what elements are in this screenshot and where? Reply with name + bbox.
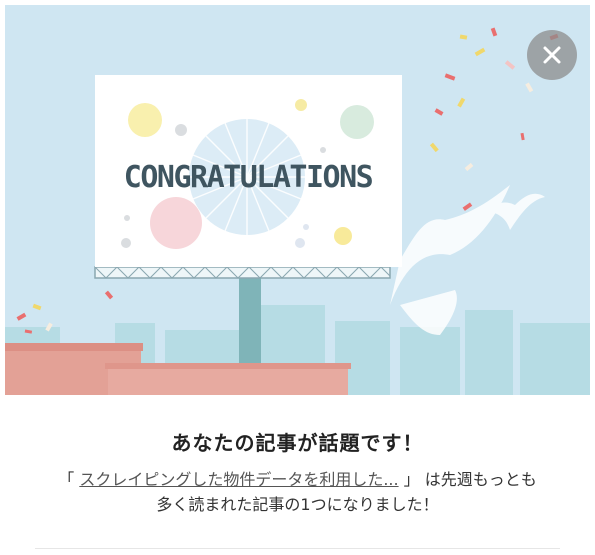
close-icon	[543, 46, 561, 64]
congratulations-banner: CONGRATULATIONS	[5, 5, 590, 395]
message-line2: 多く読まれた記事の1つになりました！	[156, 495, 439, 514]
message-text: 「 スクレイピングした物件データを利用した... 」 は先週もっとも 多く読まれ…	[40, 467, 555, 517]
open-bracket: 「	[58, 470, 75, 489]
headline: あなたの記事が話題です！	[171, 431, 424, 455]
billboard: CONGRATULATIONS	[95, 75, 402, 267]
billboard-text: CONGRATULATIONS	[124, 160, 373, 195]
message-line1-suffix: は先週もっとも	[424, 470, 537, 489]
congratulations-modal: CONGRATULATIONS あなたの記事が話題です！ 「 スクレイピングした…	[0, 0, 595, 555]
article-link[interactable]: スクレイピングした物件データを利用した...	[79, 470, 398, 489]
billboard-scaffold	[94, 266, 391, 279]
close-button[interactable]	[527, 30, 577, 80]
close-bracket: 」	[403, 470, 420, 489]
divider	[35, 548, 560, 549]
modal-content: あなたの記事が話題です！ 「 スクレイピングした物件データを利用した... 」 …	[0, 395, 595, 555]
